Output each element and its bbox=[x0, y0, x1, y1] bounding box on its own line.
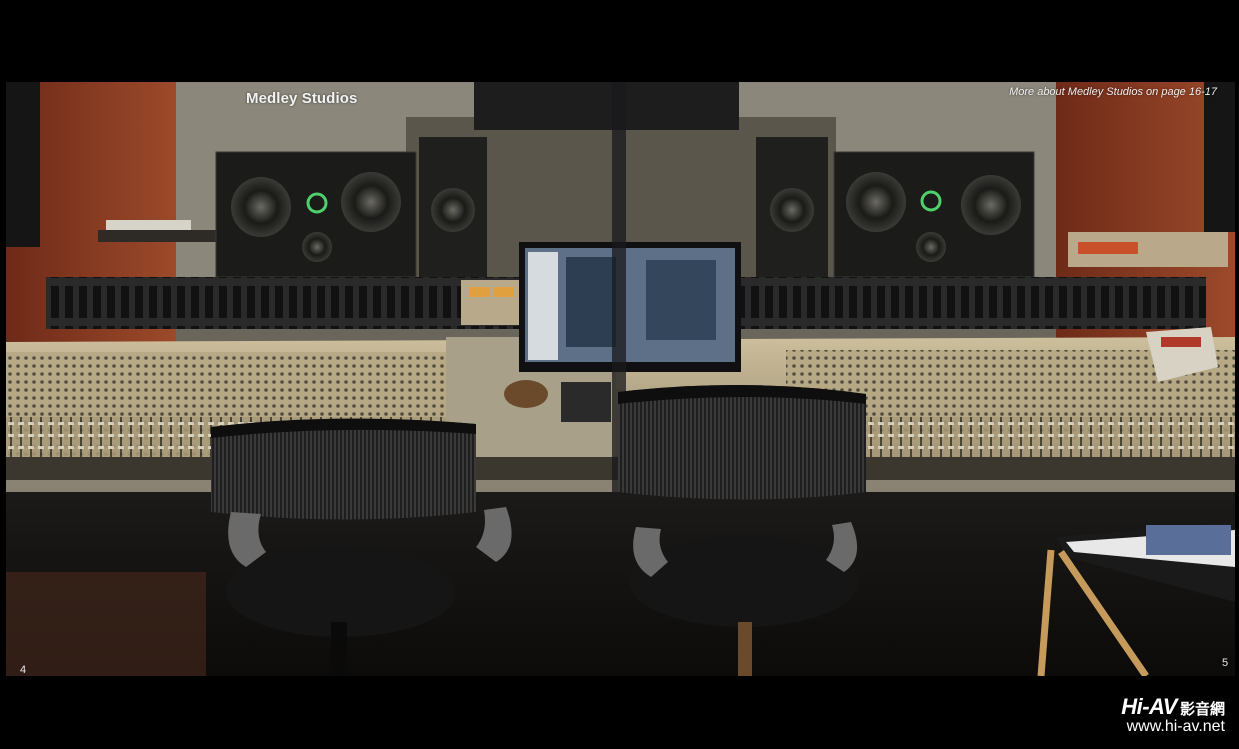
watermark-logo-cjk: 影音網 bbox=[1179, 701, 1225, 718]
watermark-logo-latin: Hi-AV bbox=[1121, 694, 1177, 719]
studio-photo bbox=[6, 82, 1235, 676]
watermark-logo: Hi-AV 影音網 bbox=[1121, 694, 1225, 720]
site-watermark: Hi-AV 影音網 www.hi-av.net bbox=[1121, 694, 1225, 736]
page-number-right: 5 bbox=[1222, 657, 1229, 669]
photo-caption-title: Medley Studios bbox=[246, 90, 358, 107]
watermark-url: www.hi-av.net bbox=[1126, 718, 1225, 735]
page-number-left: 4 bbox=[20, 664, 27, 676]
photo-caption-more: More about Medley Studios on page 16-17 bbox=[1009, 86, 1217, 98]
studio-illustration bbox=[6, 82, 1235, 676]
